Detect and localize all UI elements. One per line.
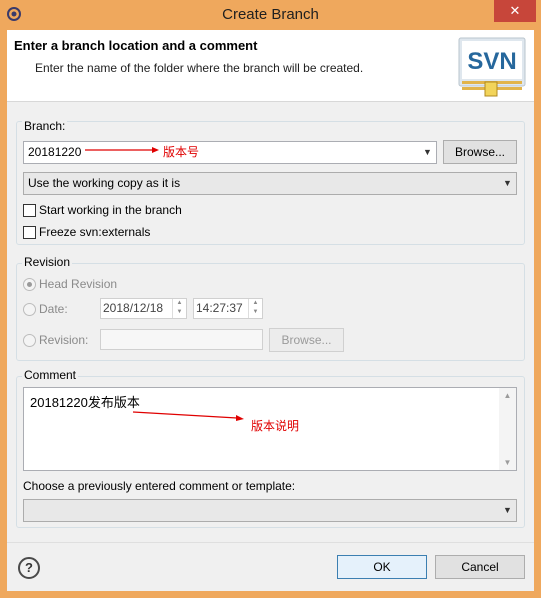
date-spinner[interactable]: 2018/12/18 ▲ ▼ [100, 298, 187, 319]
radio-dot[interactable] [23, 277, 36, 291]
header-subtitle: Enter the name of the folder where the b… [35, 61, 364, 75]
dialog-header: Enter a branch location and a comment En… [7, 30, 534, 102]
start-working-checkbox[interactable]: Start working in the branch [23, 203, 182, 217]
radio-dot[interactable] [23, 333, 36, 347]
branch-url-value: 20181220 [28, 145, 82, 159]
window-title: Create Branch [222, 6, 319, 23]
branch-browse-button[interactable]: Browse... [443, 140, 517, 164]
chevron-down-icon[interactable]: ▼ [419, 142, 436, 163]
revision-group-label: Revision [22, 255, 73, 269]
checkbox-box[interactable] [23, 203, 36, 217]
cancel-button[interactable]: Cancel [435, 555, 525, 579]
dialog-body: Enter a branch location and a comment En… [7, 30, 534, 591]
spin-up-icon[interactable]: ▲ [173, 299, 186, 308]
chevron-down-icon[interactable]: ▼ [499, 173, 516, 194]
start-working-label: Start working in the branch [39, 203, 182, 217]
comment-text: 20181220发布版本 [30, 395, 140, 410]
head-revision-label: Head Revision [39, 277, 118, 291]
time-spinner[interactable]: 14:27:37 ▲ ▼ [193, 298, 263, 319]
freeze-externals-label: Freeze svn:externals [39, 225, 151, 239]
ok-button[interactable]: OK [337, 555, 427, 579]
create-branch-window: Create Branch ✕ Enter a branch location … [0, 0, 541, 598]
freeze-externals-checkbox[interactable]: Freeze svn:externals [23, 225, 150, 239]
date-spinner-arrows[interactable]: ▲ ▼ [172, 299, 186, 318]
close-icon: ✕ [509, 3, 521, 18]
revision-label: Revision: [39, 333, 89, 347]
date-value: 2018/12/18 [103, 301, 164, 315]
header-title: Enter a branch location and a comment [14, 38, 258, 53]
dialog-footer: ? OK Cancel [7, 542, 534, 591]
copy-mode-value: Use the working copy as it is [28, 176, 181, 190]
template-label: Choose a previously entered comment or t… [23, 479, 296, 493]
revision-browse-button[interactable]: Browse... [269, 328, 344, 352]
date-label: Date: [39, 302, 68, 316]
branch-url-combo[interactable]: 20181220 ▼ [23, 141, 437, 164]
title-bar: Create Branch ✕ [0, 0, 541, 30]
comment-annotation: 版本说明 [251, 419, 300, 433]
svn-logo-text: SVN [467, 48, 516, 75]
spin-down-icon[interactable]: ▼ [173, 308, 186, 317]
svn-logo-icon: SVN [458, 37, 526, 97]
revision-number-field[interactable] [100, 329, 263, 350]
copy-mode-select[interactable]: Use the working copy as it is ▼ [23, 172, 517, 195]
date-radio[interactable]: Date: [23, 302, 68, 316]
close-button[interactable]: ✕ [494, 0, 536, 22]
spin-up-icon[interactable]: ▲ [249, 299, 262, 308]
checkbox-box[interactable] [23, 225, 36, 239]
time-value: 14:27:37 [196, 301, 243, 315]
time-spinner-arrows[interactable]: ▲ ▼ [248, 299, 262, 318]
scroll-down-icon[interactable]: ▼ [499, 458, 516, 467]
branch-group-label: Branch: [22, 119, 68, 133]
branch-annotation: 版本号 [163, 145, 200, 159]
comment-group-label: Comment [22, 368, 79, 382]
scroll-up-icon[interactable]: ▲ [499, 391, 516, 400]
spin-down-icon[interactable]: ▼ [249, 308, 262, 317]
chevron-down-icon[interactable]: ▼ [499, 500, 516, 521]
comment-scrollbar[interactable]: ▲ ▼ [499, 388, 516, 470]
help-icon[interactable]: ? [18, 557, 40, 579]
radio-dot[interactable] [23, 302, 36, 316]
revision-radio[interactable]: Revision: [23, 333, 88, 347]
template-select[interactable]: ▼ [23, 499, 517, 522]
head-revision-radio[interactable]: Head Revision [23, 277, 117, 291]
